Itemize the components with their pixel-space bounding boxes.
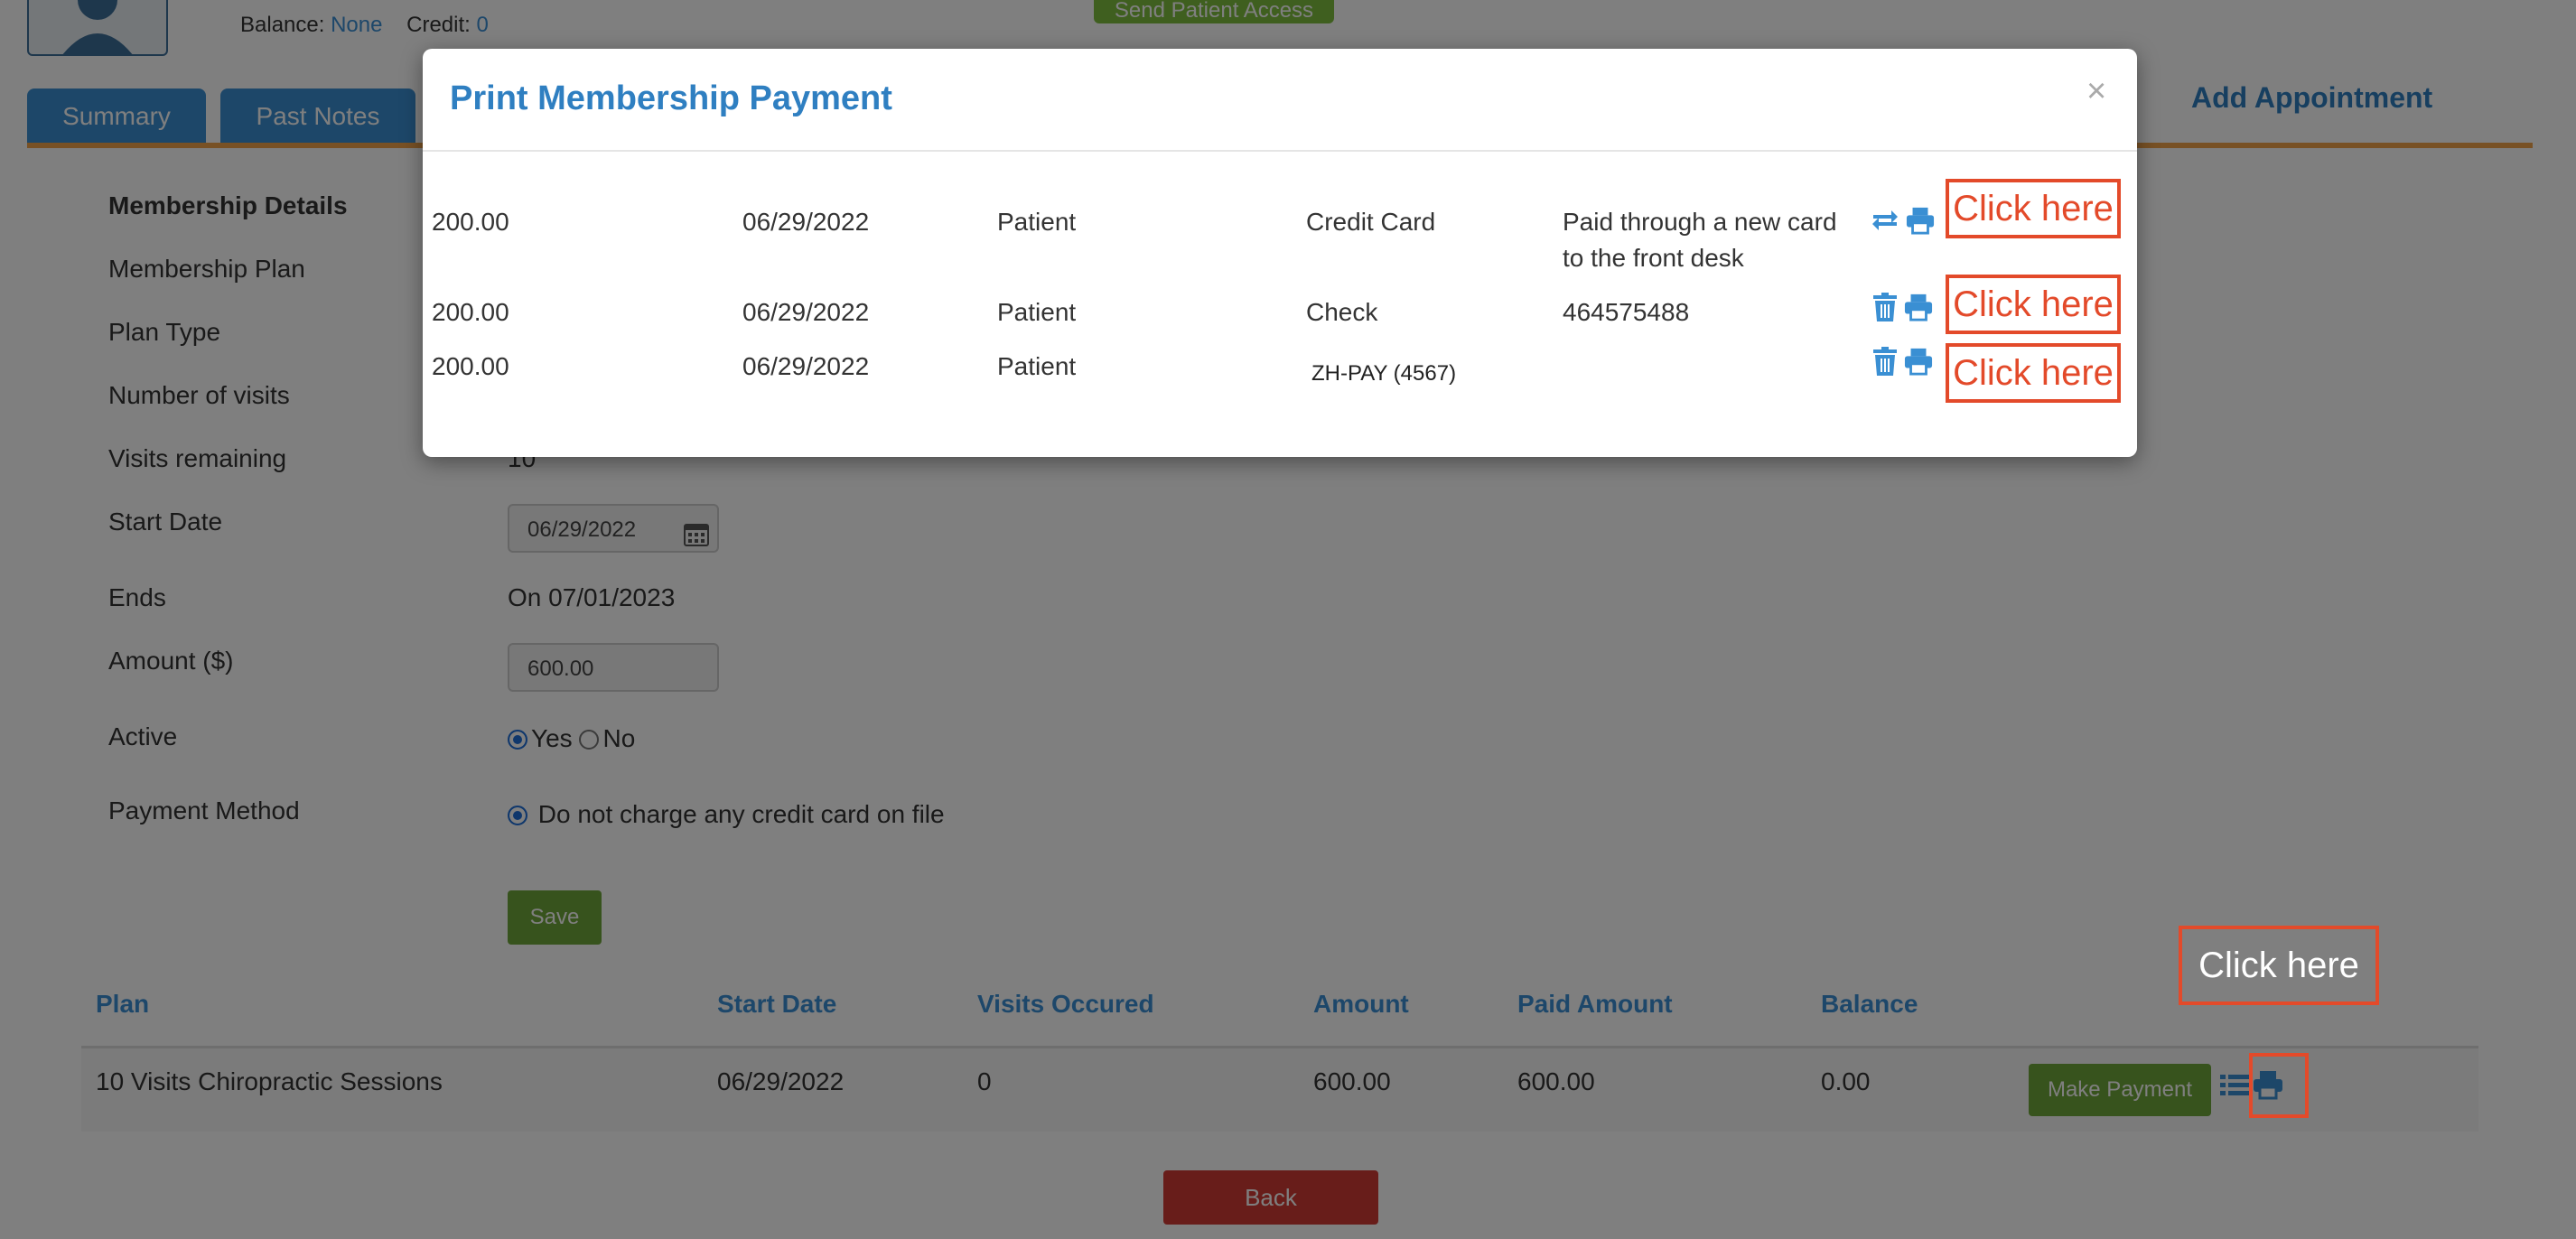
payment-payer: Patient xyxy=(997,298,1077,326)
click-here-callout: Click here xyxy=(2179,926,2379,1005)
print-membership-payment-modal: Print Membership Payment × 200.00 06/29/… xyxy=(423,49,2137,457)
modal-title: Print Membership Payment xyxy=(450,79,892,117)
trash-icon[interactable] xyxy=(1873,293,1897,326)
close-icon[interactable]: × xyxy=(2086,72,2106,111)
click-here-callout: Click here xyxy=(1946,179,2121,238)
payment-amount: 200.00 xyxy=(432,208,509,236)
print-icon-highlight xyxy=(2249,1053,2309,1118)
payment-note: 464575488 xyxy=(1563,298,1690,326)
print-icon[interactable] xyxy=(1904,347,1933,380)
payment-payer: Patient xyxy=(997,352,1077,380)
print-icon[interactable] xyxy=(1906,206,1935,239)
payment-method: Credit Card xyxy=(1306,208,1436,236)
payment-date: 06/29/2022 xyxy=(742,208,870,236)
print-icon[interactable] xyxy=(1904,293,1933,326)
row-actions xyxy=(1873,347,1933,380)
patient-membership-page: Balance: None Credit: 0 Send Patient Acc… xyxy=(0,0,2576,1239)
payment-date: 06/29/2022 xyxy=(742,352,870,380)
modal-header-divider xyxy=(423,150,2137,152)
row-actions xyxy=(1871,206,1935,239)
payment-amount: 200.00 xyxy=(432,352,509,380)
trash-icon[interactable] xyxy=(1873,347,1897,380)
row-actions xyxy=(1873,293,1933,326)
payment-method: ZH-PAY (4567) xyxy=(1311,361,1457,386)
click-here-callout: Click here xyxy=(1946,275,2121,334)
payment-date: 06/29/2022 xyxy=(742,298,870,326)
payment-note: Paid through a new card to the front des… xyxy=(1563,208,1837,272)
payment-payer: Patient xyxy=(997,208,1077,236)
transfer-icon[interactable] xyxy=(1871,208,1899,238)
click-here-callout: Click here xyxy=(1946,343,2121,403)
payment-amount: 200.00 xyxy=(432,298,509,326)
payment-method: Check xyxy=(1306,298,1378,326)
